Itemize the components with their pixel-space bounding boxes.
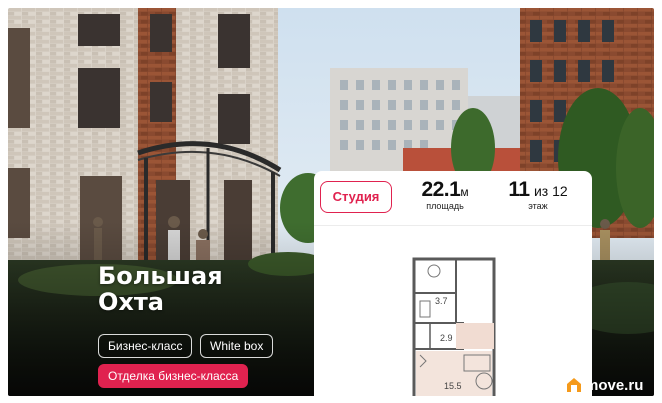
brand-watermark: move.ru <box>566 374 643 396</box>
floor-value: 11 <box>508 178 530 201</box>
area-unit: м <box>460 185 469 199</box>
card-divider <box>314 225 592 226</box>
room-area-label: 15.5 <box>444 381 462 391</box>
area-label: площадь <box>426 201 464 211</box>
floor-plan: 3.7 2.9 15.5 <box>412 257 496 396</box>
room-area-label: 2.9 <box>440 333 453 343</box>
area-stat: 22.1м площадь <box>410 178 480 211</box>
apartment-type-badge[interactable]: Студия <box>320 181 392 213</box>
tag-business-class[interactable]: Бизнес-класс <box>98 334 193 358</box>
area-value: 22.1 <box>421 178 461 201</box>
house-logo-icon <box>567 378 581 392</box>
project-title-line2: Охта <box>98 288 164 316</box>
project-title: Большая Охта <box>98 263 318 315</box>
brand-text: move.ru <box>585 376 644 394</box>
project-title-line1: Большая <box>98 262 223 290</box>
tag-decoration[interactable]: Отделка бизнес-класса <box>98 364 249 388</box>
apartment-summary: Студия 22.1м площадь 11 из 12 этаж <box>314 171 592 223</box>
listing-banner: Большая Охта Бизнес-класс White box Отде… <box>8 8 654 396</box>
floor-label: этаж <box>528 201 548 211</box>
room-area-label: 3.7 <box>435 296 448 306</box>
apartment-card[interactable]: Студия 22.1м площадь 11 из 12 этаж 3.7 2… <box>314 171 592 396</box>
tag-white-box[interactable]: White box <box>200 334 274 358</box>
floor-stat: 11 из 12 этаж <box>500 178 576 211</box>
floor-total: из 12 <box>533 183 568 199</box>
